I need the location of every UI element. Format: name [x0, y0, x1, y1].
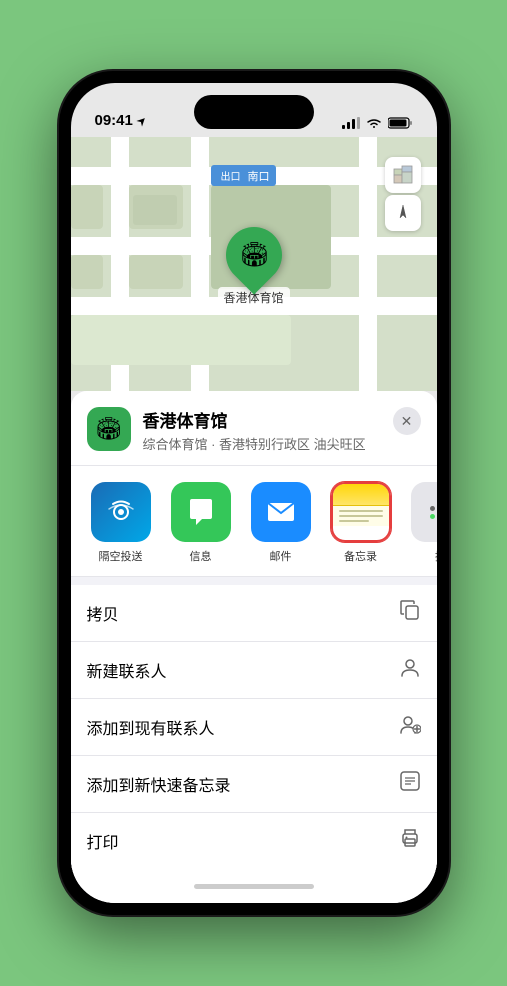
print-label: 打印 — [87, 829, 119, 853]
share-action-airdrop[interactable]: 隔空投送 — [87, 482, 155, 564]
map-type-button[interactable] — [385, 157, 421, 193]
battery-icon — [388, 117, 413, 129]
airdrop-wifi-icon — [104, 495, 138, 529]
mail-envelope-icon — [264, 495, 298, 529]
share-action-more[interactable]: 推 — [407, 482, 437, 564]
status-time: 09:41 — [95, 112, 148, 129]
sheet-header: 🏟 香港体育馆 综合体育馆 · 香港特别行政区 油尖旺区 ✕ — [71, 391, 437, 466]
menu-item-copy[interactable]: 拷贝 — [71, 585, 437, 642]
venue-name: 香港体育馆 — [143, 407, 381, 432]
more-icon — [411, 482, 437, 542]
mail-icon — [251, 482, 311, 542]
map-building — [133, 195, 177, 225]
map-south-entrance-label: 出口 南口 — [211, 165, 276, 186]
status-icons — [342, 117, 413, 129]
share-action-messages[interactable]: 信息 — [167, 482, 235, 564]
share-action-notes[interactable]: 备忘录 — [327, 482, 395, 564]
menu-item-quick-note[interactable]: 添加到新快速备忘录 — [71, 756, 437, 813]
dynamic-island — [194, 95, 314, 129]
new-contact-icon — [399, 656, 421, 684]
phone-screen: 09:41 — [71, 83, 437, 903]
copy-icon — [399, 599, 421, 627]
map-road — [359, 137, 377, 391]
print-icon — [399, 827, 421, 855]
airdrop-label: 隔空投送 — [99, 548, 143, 564]
venue-icon: 🏟 — [87, 407, 131, 451]
home-bar — [194, 884, 314, 889]
notes-label: 备忘录 — [344, 548, 377, 564]
share-action-mail[interactable]: 邮件 — [247, 482, 315, 564]
new-contact-label: 新建联系人 — [87, 658, 167, 682]
menu-list: 拷贝 新建联系人 — [71, 585, 437, 869]
quick-note-icon — [399, 770, 421, 798]
add-contact-label: 添加到现有联系人 — [87, 715, 215, 739]
phone-frame: 09:41 — [59, 71, 449, 915]
location-button[interactable] — [385, 195, 421, 231]
more-label: 推 — [435, 548, 437, 564]
map-block — [71, 315, 291, 365]
map-block — [129, 255, 183, 289]
menu-item-print[interactable]: 打印 — [71, 813, 437, 869]
share-actions-row: 隔空投送 信息 — [71, 466, 437, 577]
map-type-icon — [393, 165, 413, 185]
airdrop-icon — [91, 482, 151, 542]
menu-item-add-contact[interactable]: 添加到现有联系人 — [71, 699, 437, 756]
add-contact-icon — [399, 713, 421, 741]
location-icon — [394, 204, 412, 222]
venue-info: 香港体育馆 综合体育馆 · 香港特别行政区 油尖旺区 — [143, 407, 381, 453]
menu-item-new-contact[interactable]: 新建联系人 — [71, 642, 437, 699]
close-button[interactable]: ✕ — [393, 407, 421, 435]
home-indicator — [71, 869, 437, 903]
map-area: 出口 南口 — [71, 137, 437, 391]
map-controls[interactable] — [385, 157, 421, 231]
notes-app-icon — [331, 482, 391, 542]
stadium-marker: 🏟 香港体育馆 — [217, 227, 289, 308]
signal-icon — [342, 117, 360, 129]
bottom-sheet: 🏟 香港体育馆 综合体育馆 · 香港特别行政区 油尖旺区 ✕ — [71, 391, 437, 903]
map-block — [71, 255, 103, 289]
messages-bubble-icon — [184, 495, 218, 529]
location-arrow-icon — [136, 115, 148, 127]
mail-label: 邮件 — [270, 548, 292, 564]
wifi-icon — [366, 117, 382, 129]
stadium-pin: 🏟 — [214, 215, 293, 294]
messages-icon — [171, 482, 231, 542]
map-block — [71, 185, 103, 229]
messages-label: 信息 — [190, 548, 212, 564]
quick-note-label: 添加到新快速备忘录 — [87, 772, 231, 796]
copy-label: 拷贝 — [87, 601, 119, 625]
venue-description: 综合体育馆 · 香港特别行政区 油尖旺区 — [143, 434, 381, 453]
